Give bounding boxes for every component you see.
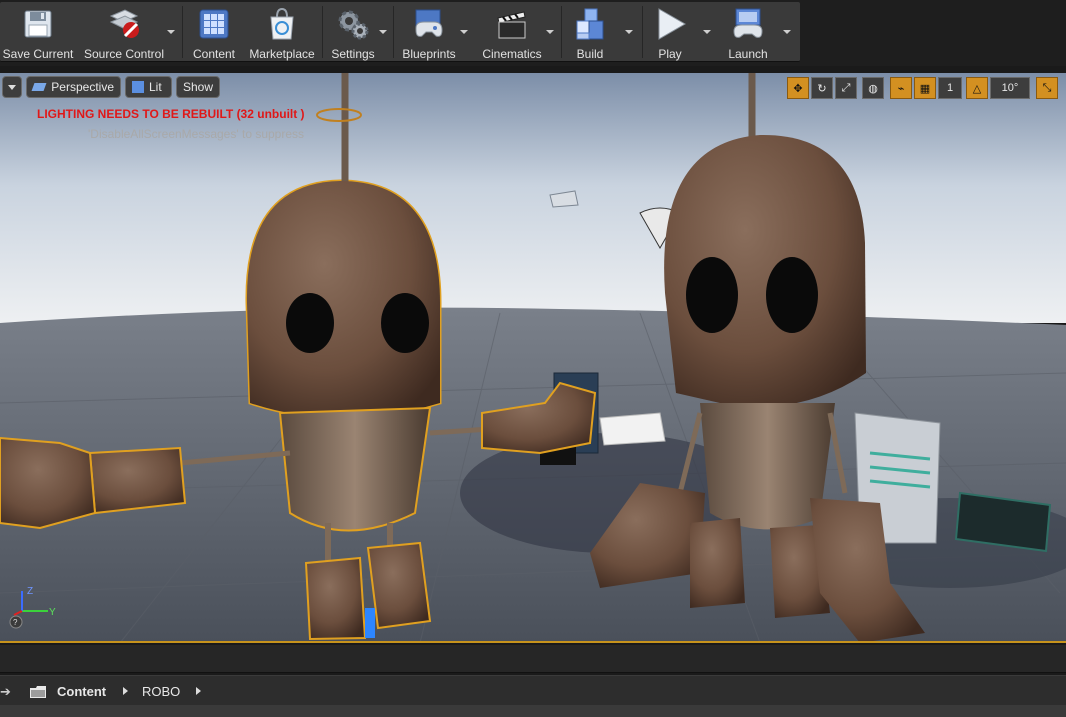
marketplace-bag-icon [264, 5, 300, 43]
blueprints-dropdown[interactable] [457, 2, 471, 62]
suppress-hint: 'DisableAllScreenMessages' to suppress [88, 127, 305, 141]
play-label: Play [658, 47, 682, 61]
world-space-icon[interactable]: ◍ [862, 77, 884, 99]
forward-arrow-icon[interactable]: ➔ [0, 684, 11, 700]
rotation-snap-value[interactable]: 10° [990, 77, 1030, 99]
breadcrumb-arrow-icon[interactable] [196, 687, 201, 695]
toolbar-separator [393, 6, 394, 58]
marketplace-label: Marketplace [249, 47, 315, 61]
scale-mode-icon[interactable]: ⤢ [835, 77, 857, 99]
source-control-icon [106, 5, 142, 43]
bottom-panel-strip [0, 645, 1066, 673]
settings-label: Settings [331, 47, 375, 61]
launch-button[interactable]: Launch [720, 2, 776, 62]
breadcrumb-robo[interactable]: ROBO [142, 676, 180, 706]
build-label: Build [576, 47, 604, 61]
viewport-options-dropdown[interactable] [2, 76, 22, 98]
rotation-snap-icon[interactable]: △ [966, 77, 988, 99]
toolbar-panel: Save Current Source Control Content Mark… [0, 2, 800, 62]
content-browser-path-bar: ➔ Content ROBO [0, 675, 1066, 705]
save-current-button[interactable]: Save Current [0, 2, 76, 62]
source-control-button[interactable]: Source Control [80, 2, 168, 62]
blueprint-controller-icon [411, 5, 447, 43]
perspective-icon [31, 83, 47, 91]
grid-snap-icon[interactable]: ▦ [914, 77, 936, 99]
play-dropdown[interactable] [700, 2, 714, 62]
clapperboard-icon [494, 5, 530, 43]
scale-snap-icon[interactable]: ⤡ [1036, 77, 1058, 99]
launch-dropdown[interactable] [780, 2, 794, 62]
lit-cube-icon [132, 81, 144, 93]
show-label: Show [183, 80, 214, 94]
translate-mode-icon[interactable]: ✥ [787, 77, 809, 99]
settings-button[interactable]: Settings [326, 2, 380, 62]
toolbar-separator [561, 6, 562, 58]
chevron-down-icon [8, 84, 16, 90]
source-control-label: Source Control [83, 47, 165, 61]
launch-label: Launch [728, 47, 768, 61]
play-icon [652, 5, 688, 43]
surface-snap-icon[interactable]: ⌁ [890, 77, 912, 99]
viewport-scene: ? Z Y [0, 73, 1066, 641]
level-viewport[interactable]: ? Z Y Perspective Lit Show LIGHTING NEEDS… [0, 73, 1066, 643]
folder-icon [30, 685, 46, 698]
rotate-mode-icon[interactable]: ↻ [811, 77, 833, 99]
breadcrumb-arrow-icon[interactable] [123, 687, 128, 695]
toolbar-separator [322, 6, 323, 58]
launch-gamepad-icon [730, 5, 766, 43]
marketplace-button[interactable]: Marketplace [244, 2, 320, 62]
axis-y-label: Y [49, 607, 56, 618]
save-current-label: Save Current [2, 47, 74, 61]
build-button[interactable]: Build [564, 2, 616, 62]
grid-snap-value[interactable]: 1 [938, 77, 962, 99]
show-button[interactable]: Show [176, 76, 220, 98]
perspective-button[interactable]: Perspective [26, 76, 121, 98]
cinematics-dropdown[interactable] [543, 2, 557, 62]
axis-z-label: Z [27, 586, 33, 597]
content-button[interactable]: Content [186, 2, 242, 62]
breadcrumb-content[interactable]: Content [57, 676, 106, 706]
settings-dropdown[interactable] [376, 2, 390, 62]
perspective-label: Perspective [51, 80, 114, 94]
lit-label: Lit [149, 80, 162, 94]
blueprints-label: Blueprints [402, 47, 456, 61]
cinematics-label: Cinematics [482, 47, 542, 61]
content-browser-toolbar [0, 705, 1066, 717]
source-control-dropdown[interactable] [164, 2, 178, 62]
floppy-disk-icon [20, 5, 56, 43]
gear-icon [335, 5, 371, 43]
play-button[interactable]: Play [646, 2, 694, 62]
toolbar-separator [642, 6, 643, 58]
build-cubes-icon [572, 5, 608, 43]
content-grid-icon [196, 5, 232, 43]
lighting-warning: LIGHTING NEEDS TO BE REBUILT (32 unbuilt… [37, 107, 305, 121]
build-dropdown[interactable] [622, 2, 636, 62]
lit-button[interactable]: Lit [125, 76, 172, 98]
toolbar-separator [182, 6, 183, 58]
cinematics-button[interactable]: Cinematics [476, 2, 548, 62]
main-toolbar: Save Current Source Control Content Mark… [0, 0, 1066, 66]
svg-text:?: ? [13, 618, 18, 627]
content-label: Content [192, 47, 236, 61]
blueprints-button[interactable]: Blueprints [396, 2, 462, 62]
